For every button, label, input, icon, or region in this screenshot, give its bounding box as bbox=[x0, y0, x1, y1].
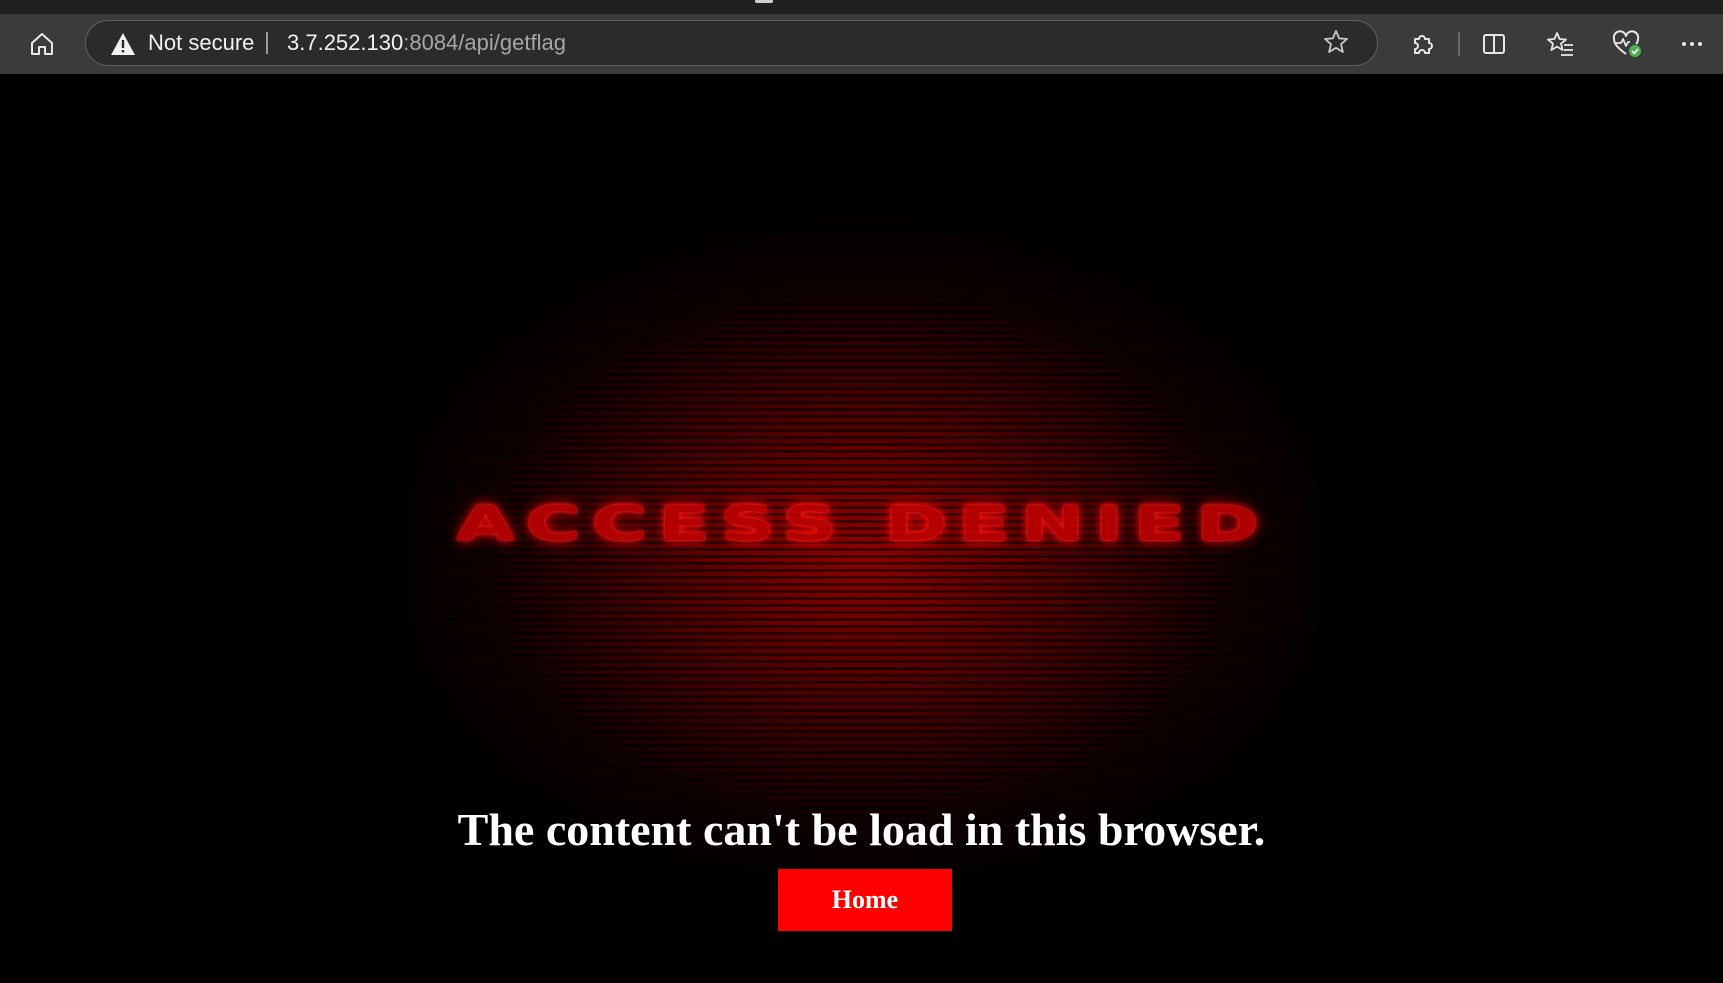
url-host: 3.7.252.130 bbox=[287, 30, 404, 55]
favorite-button[interactable] bbox=[1321, 29, 1351, 59]
more-button[interactable] bbox=[1672, 24, 1712, 64]
more-icon bbox=[1679, 31, 1705, 57]
url-path: :8084/api/getflag bbox=[403, 30, 566, 55]
split-screen-button[interactable] bbox=[1474, 24, 1514, 64]
address-bar[interactable]: Not secure 3.7.252.130:8084/api/getflag bbox=[85, 20, 1378, 66]
access-denied-title: ACCESS DENIED bbox=[456, 496, 1270, 553]
extensions-button[interactable] bbox=[1403, 24, 1443, 64]
url-text[interactable]: 3.7.252.130:8084/api/getflag bbox=[287, 31, 566, 55]
access-denied-image: ACCESS DENIED bbox=[408, 170, 1318, 870]
favorites-icon bbox=[1547, 31, 1575, 57]
error-message: The content can't be load in this browse… bbox=[457, 804, 1266, 855]
window-top-strip bbox=[0, 0, 1723, 14]
home-icon bbox=[29, 31, 55, 57]
warning-icon[interactable] bbox=[110, 32, 136, 60]
browser-toolbar: Not secure 3.7.252.130:8084/api/getflag bbox=[0, 14, 1723, 74]
favorites-button[interactable] bbox=[1541, 24, 1581, 64]
security-status-label[interactable]: Not secure bbox=[148, 31, 254, 55]
tab-indicator bbox=[755, 0, 773, 3]
browser-essentials-button[interactable] bbox=[1607, 24, 1647, 64]
split-screen-icon bbox=[1481, 31, 1507, 57]
address-separator bbox=[266, 32, 268, 54]
star-icon bbox=[1323, 29, 1349, 59]
home-button[interactable] bbox=[22, 24, 62, 64]
puzzle-icon bbox=[1410, 31, 1436, 57]
home-link-button[interactable]: Home bbox=[778, 869, 952, 931]
page-content: ACCESS DENIED The content can't be load … bbox=[0, 74, 1723, 983]
toolbar-divider bbox=[1458, 32, 1460, 56]
heart-health-icon bbox=[1612, 30, 1642, 58]
